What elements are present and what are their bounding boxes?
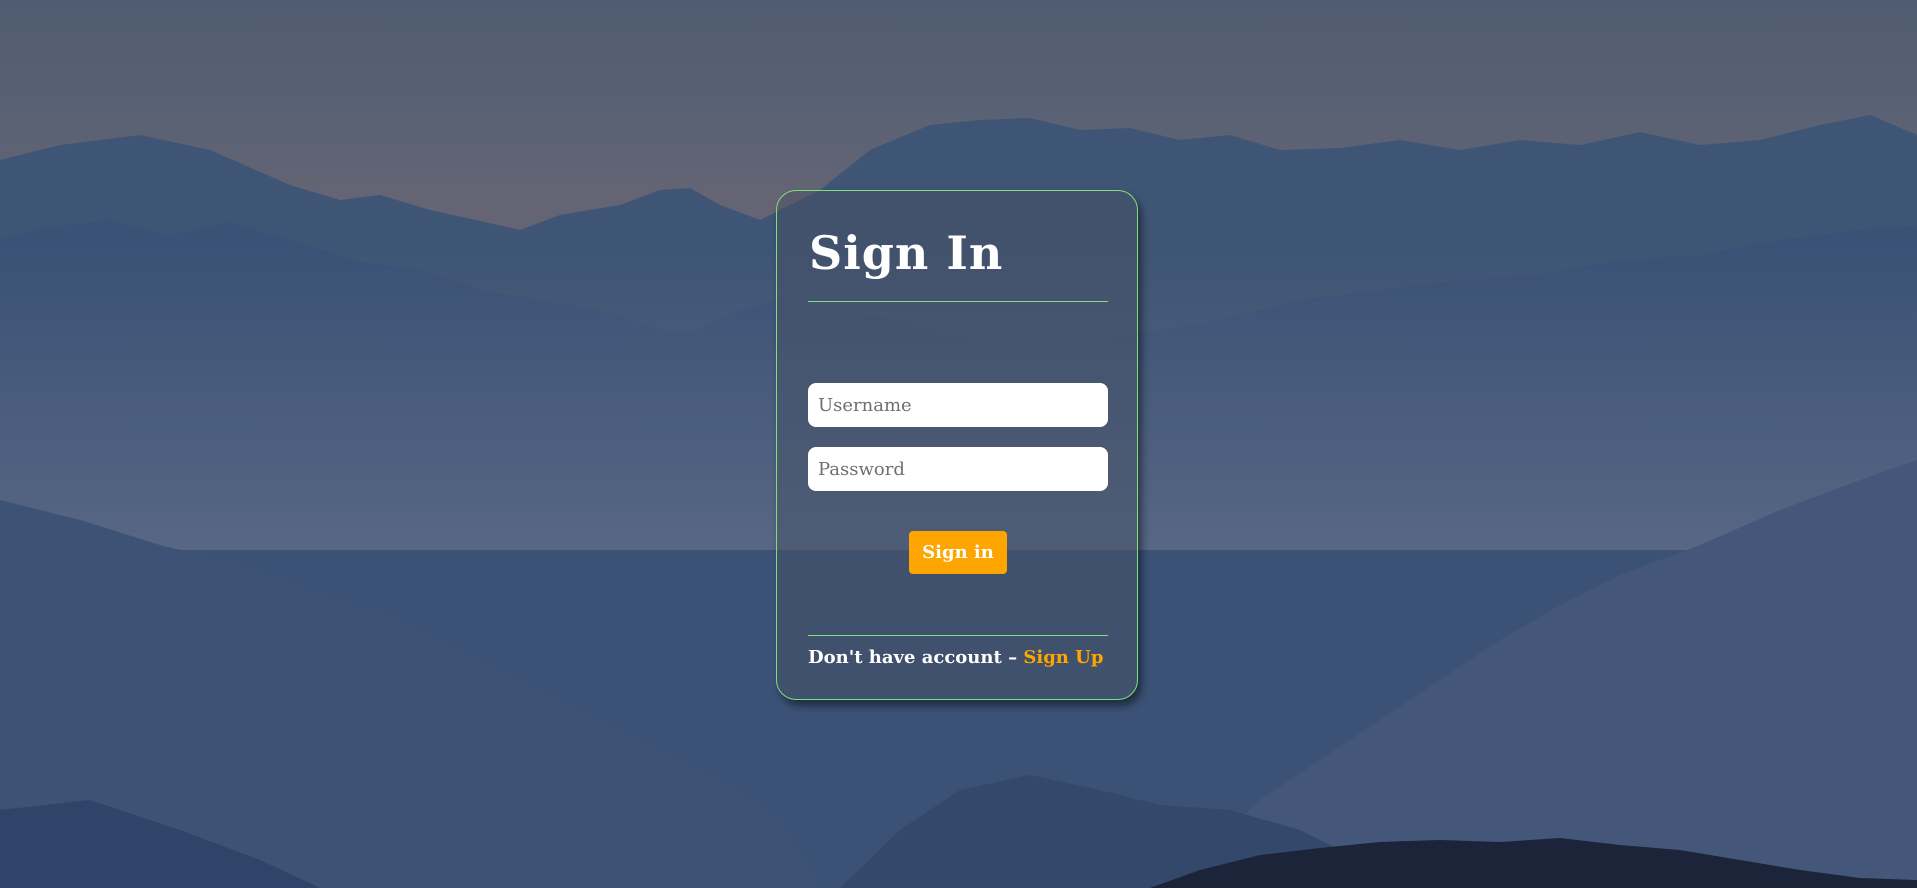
sign-up-link[interactable]: Sign Up: [1023, 647, 1103, 668]
title-divider: [808, 301, 1108, 302]
signup-prompt-text: Don't have account –: [808, 647, 1018, 668]
password-input[interactable]: [808, 447, 1108, 491]
page-title: Sign In: [809, 226, 1004, 280]
sign-in-card: Sign In Sign in Don't have account – Sig…: [776, 190, 1138, 700]
sign-in-button[interactable]: Sign in: [909, 531, 1007, 574]
footer-divider: [808, 635, 1108, 636]
username-input[interactable]: [808, 383, 1108, 427]
signup-prompt: Don't have account – Sign Up: [808, 645, 1103, 671]
